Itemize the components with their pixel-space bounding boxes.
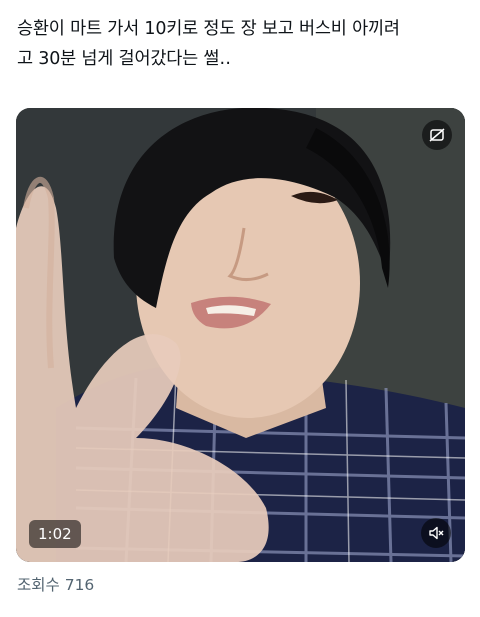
autoplay-toggle-button[interactable] [422,120,452,150]
video-duration-badge: 1:02 [29,520,81,548]
mute-toggle-button[interactable] [421,518,451,548]
video-frame [16,108,465,562]
post-text-line-1: 승환이 마트 가서 10키로 정도 장 보고 버스비 아끼려 [17,19,400,39]
autoplay-off-icon [429,128,445,142]
speaker-muted-icon [429,526,444,540]
view-count: 조회수 716 [17,576,95,594]
video-player[interactable]: 1:02 [16,108,465,562]
post-text: 승환이 마트 가서 10키로 정도 장 보고 버스비 아끼려 고 30분 넘게 … [17,14,467,74]
post-text-line-2: 고 30분 넘게 걸어갔다는 썰‥ [17,49,231,69]
